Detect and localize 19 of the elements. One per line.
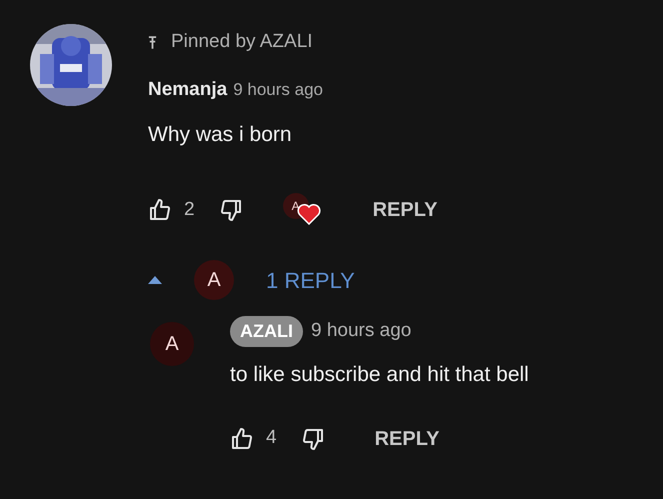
like-count: 2 xyxy=(184,198,195,222)
reply-button[interactable]: REPLY xyxy=(374,424,440,454)
pin-icon xyxy=(148,34,157,50)
comment-text: to like subscribe and hit that bell xyxy=(230,362,529,388)
replies-count: 1 REPLY xyxy=(266,266,355,294)
comment-time: 9 hours ago xyxy=(233,79,323,101)
dislike-button[interactable] xyxy=(300,426,325,450)
dislike-button[interactable] xyxy=(218,198,243,222)
comment-time: 9 hours ago xyxy=(311,319,412,344)
author-name[interactable]: Nemanja xyxy=(148,76,228,104)
avatar: A xyxy=(150,322,194,366)
like-button[interactable] xyxy=(230,426,254,450)
reply-button[interactable]: REPLY xyxy=(372,195,438,225)
like-count: 4 xyxy=(266,426,277,450)
avatar: A xyxy=(194,260,234,300)
replies-toggle[interactable]: A 1 REPLY xyxy=(148,260,355,300)
comment-text: Why was i born xyxy=(148,122,293,148)
like-button[interactable] xyxy=(148,198,172,222)
pinned-label: Pinned by AZALI xyxy=(171,30,313,54)
